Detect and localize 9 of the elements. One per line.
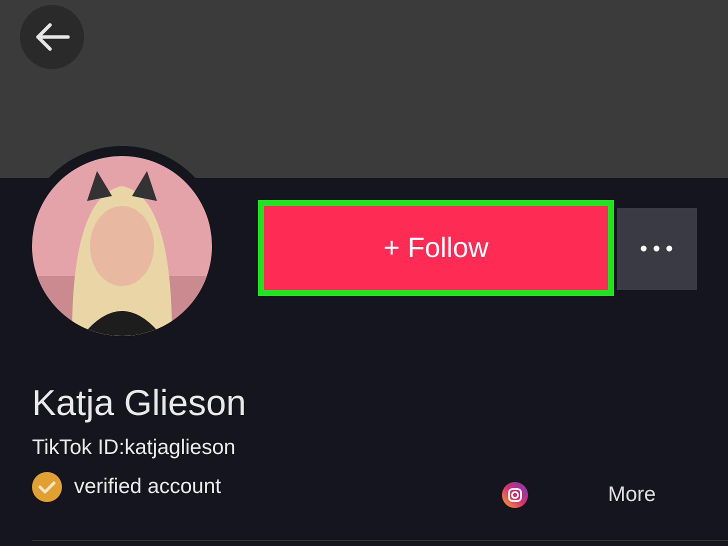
profile-name: Katja Glieson [32, 382, 246, 424]
tiktok-id: TikTok ID:katjaglieson [32, 436, 236, 460]
more-link[interactable]: More [608, 483, 656, 507]
more-options-button[interactable]: ••• [617, 208, 697, 290]
back-arrow-icon [34, 22, 70, 52]
verified-check-icon [32, 472, 62, 502]
follow-button[interactable]: + Follow [258, 200, 614, 296]
verified-label: verified account [74, 475, 222, 499]
instagram-icon[interactable] [502, 482, 528, 508]
